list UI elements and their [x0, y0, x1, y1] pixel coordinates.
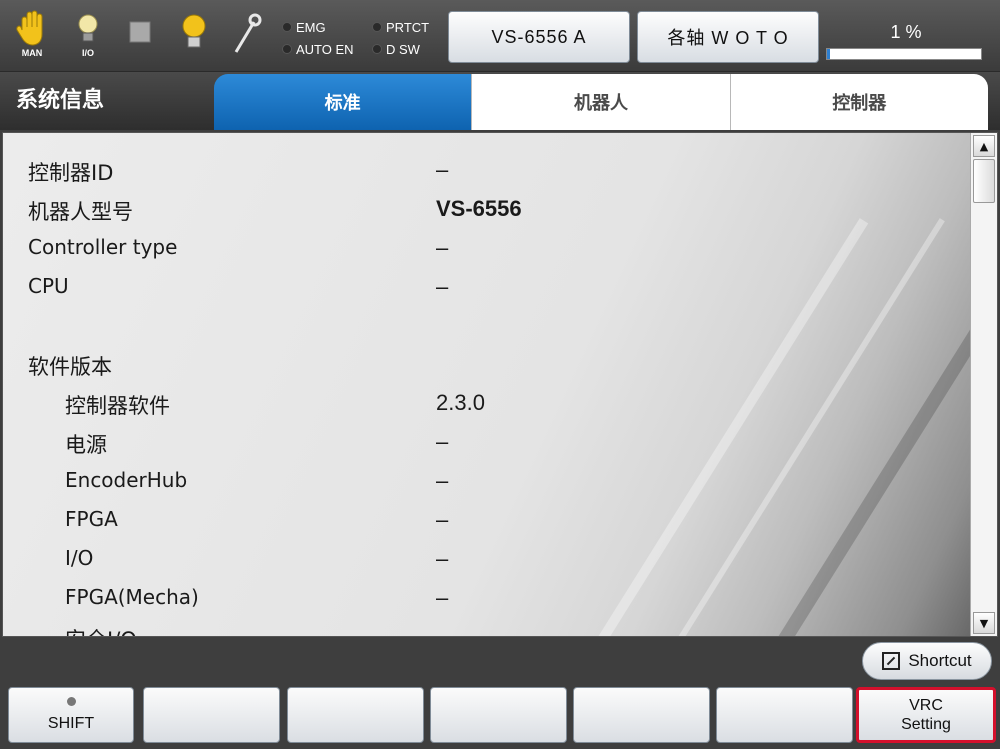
function-key-6[interactable]	[716, 687, 853, 743]
info-row: 控制器软件 2.3.0	[3, 386, 963, 425]
status-bar: MAN I/O EMG PRTCT AUTO EN D SW VS-6556 A…	[0, 0, 1000, 72]
info-row: EncoderHub –	[3, 464, 963, 503]
info-value: –	[436, 235, 449, 260]
speed-bar-fill	[827, 49, 831, 59]
info-label: 软件版本	[28, 355, 112, 379]
lamp-icon[interactable]	[176, 10, 212, 60]
info-value: –	[436, 429, 449, 454]
info-row: 控制器ID –	[3, 153, 963, 192]
vertical-scrollbar[interactable]: ▲ ▼	[970, 133, 997, 636]
info-row	[3, 309, 963, 347]
auto-en-label: AUTO EN	[296, 41, 354, 57]
info-row: Controller type –	[3, 231, 963, 270]
info-value: –	[436, 468, 449, 493]
info-row: 软件版本	[3, 347, 963, 386]
info-label: 安全I/O	[65, 624, 137, 636]
info-value: –	[436, 157, 449, 182]
shift-led-icon	[66, 696, 76, 706]
info-value: –	[436, 507, 449, 532]
info-label: 电源	[65, 433, 107, 457]
info-label: EncoderHub	[65, 468, 188, 492]
wrench-icon[interactable]	[228, 10, 264, 60]
dsw-led-icon	[372, 44, 382, 54]
shift-label: SHIFT	[47, 714, 95, 732]
vrc-setting-button[interactable]: VRC Setting	[856, 687, 996, 743]
scroll-thumb[interactable]	[973, 159, 995, 203]
axis-mode-button[interactable]: 各轴 W O T O	[637, 11, 819, 63]
info-value: –	[436, 546, 449, 571]
speed-label: 1 %	[890, 22, 922, 42]
info-row: 电源 –	[3, 425, 963, 464]
vrc-setting-label: Setting	[901, 716, 951, 733]
info-label: CPU	[28, 274, 69, 298]
prtct-led-icon	[372, 22, 382, 32]
info-label: 控制器ID	[28, 161, 114, 185]
function-key-bar: SHIFT VRC Setting	[8, 687, 998, 743]
info-row: 机器人型号 VS-6556	[3, 192, 963, 231]
vrc-label: VRC	[909, 696, 943, 714]
info-value: 2.3.0	[436, 390, 485, 415]
emg-led-icon	[282, 22, 292, 32]
tab-standard[interactable]: 标准	[214, 74, 473, 130]
info-row: CPU –	[3, 270, 963, 309]
emg-indicator: EMG	[282, 20, 362, 35]
info-value: –	[436, 624, 449, 637]
tab-controller[interactable]: 控制器	[730, 74, 988, 130]
status-indicators: EMG PRTCT AUTO EN D SW	[282, 16, 439, 60]
emg-label: EMG	[296, 19, 326, 35]
info-label: 控制器软件	[65, 394, 170, 418]
stop-square-icon[interactable]	[122, 10, 158, 60]
dsw-label: D SW	[386, 41, 420, 57]
tab-robot[interactable]: 机器人	[472, 74, 731, 130]
info-value: –	[436, 274, 449, 299]
shortcut-button[interactable]: Shortcut	[862, 642, 992, 680]
function-key-5[interactable]	[573, 687, 710, 743]
auto-en-indicator: AUTO EN	[282, 42, 362, 57]
system-info-panel: 控制器ID – 机器人型号 VS-6556 Controller type – CPU – 软件…	[2, 132, 998, 637]
info-label: 机器人型号	[28, 200, 133, 224]
manual-mode-icon[interactable]: MAN	[14, 10, 50, 60]
info-row: 安全I/O –	[3, 620, 963, 637]
info-value: –	[436, 585, 449, 610]
info-label: FPGA(Mecha)	[65, 585, 199, 609]
info-label: I/O	[65, 546, 94, 570]
shortcut-icon	[882, 652, 901, 670]
scroll-up-icon[interactable]: ▲	[973, 135, 995, 157]
function-key-3[interactable]	[287, 687, 424, 743]
function-key-2[interactable]	[143, 687, 280, 743]
shortcut-label: Shortcut	[908, 651, 972, 670]
speed-indicator[interactable]: 1 %	[826, 10, 986, 66]
scroll-down-icon[interactable]: ▼	[973, 612, 995, 634]
info-row: FPGA –	[3, 503, 963, 542]
title-bar: 系统信息 标准 机器人 控制器	[0, 72, 1000, 130]
info-row: FPGA(Mecha) –	[3, 581, 963, 620]
io-bulb-icon[interactable]: I/O	[70, 10, 106, 60]
dsw-indicator: D SW	[372, 42, 420, 57]
info-label: Controller type	[28, 235, 178, 259]
info-row: I/O –	[3, 542, 963, 581]
auto-en-led-icon	[282, 44, 292, 54]
speed-bar	[826, 48, 982, 60]
shift-button[interactable]: SHIFT	[8, 687, 134, 743]
prtct-label: PRTCT	[386, 19, 430, 35]
function-key-4[interactable]	[430, 687, 567, 743]
robot-select-button[interactable]: VS-6556 A	[448, 11, 630, 63]
tab-bar: 标准 机器人 控制器	[214, 74, 988, 130]
prtct-indicator: PRTCT	[372, 20, 429, 35]
info-value: VS-6556	[436, 196, 522, 221]
info-list: 控制器ID – 机器人型号 VS-6556 Controller type – CPU – 软件…	[3, 153, 963, 637]
page-title: 系统信息	[16, 88, 105, 113]
info-label: FPGA	[65, 507, 118, 531]
